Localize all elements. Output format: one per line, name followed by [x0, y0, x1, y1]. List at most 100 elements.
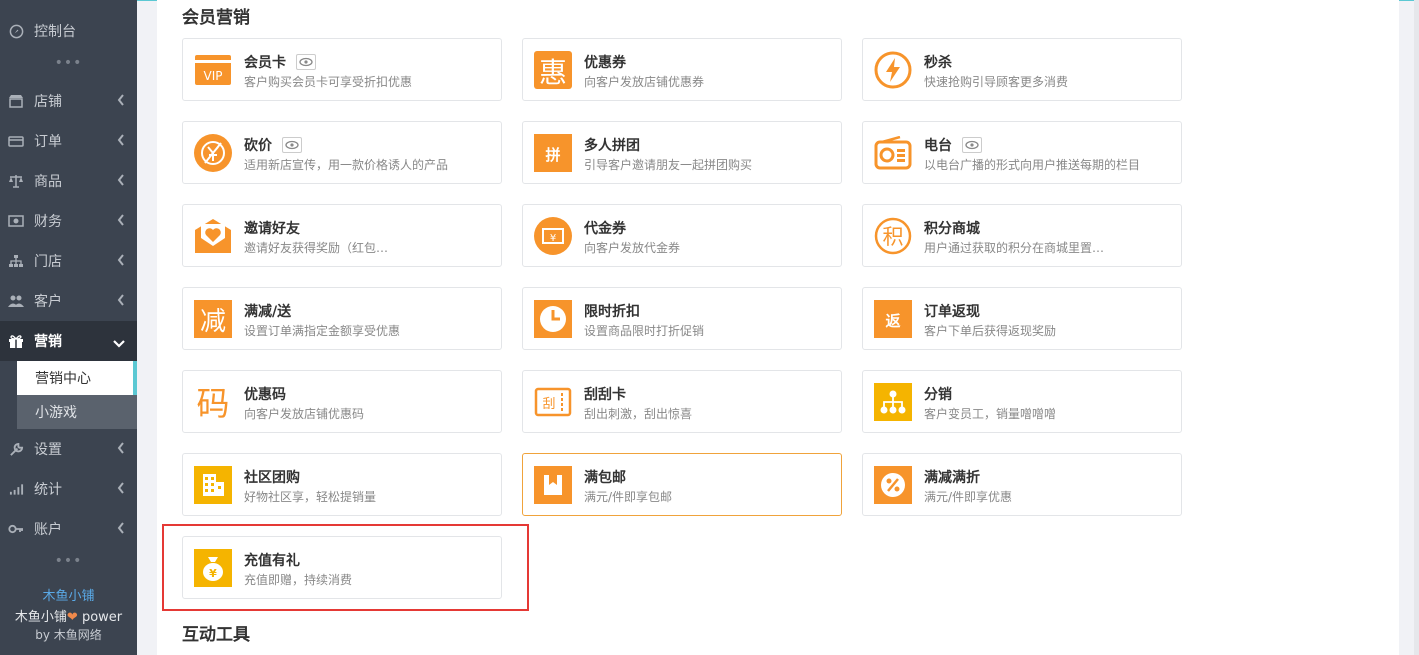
- lightning-icon: [873, 50, 913, 90]
- icon-glyph: 惠: [539, 56, 567, 89]
- sidebar-item-account[interactable]: 账户: [0, 509, 137, 549]
- sidebar-item-label: 门店: [34, 254, 62, 270]
- card-title: 电台: [924, 138, 952, 154]
- gift-icon: [8, 333, 24, 349]
- card-distribution[interactable]: 分销 客户变员工，销量噌噌噌: [862, 370, 1182, 433]
- percent-icon: [873, 465, 913, 505]
- sidebar-item-label: 商品: [34, 174, 62, 190]
- card-desc: 客户下单后获得返现奖励: [924, 324, 1057, 338]
- card-title: 订单返现: [924, 304, 980, 320]
- card-desc: 好物社区享，轻松提销量: [244, 490, 377, 504]
- submenu-item-marketing-center[interactable]: 营销中心: [17, 361, 137, 395]
- sidebar-item-finance[interactable]: 财务: [0, 201, 137, 241]
- sidebar-item-statistics[interactable]: 统计: [0, 469, 137, 509]
- card-points-mall[interactable]: 积 积分商城 用户通过获取的积分在商城里置换商品: [862, 204, 1182, 267]
- chevron-left-icon: [117, 482, 125, 498]
- card-title: 分销: [924, 387, 952, 403]
- card-group-buy[interactable]: 拼 多人拼团 引导客户邀请朋友一起拼团购买: [522, 121, 842, 184]
- bargain-icon: [193, 133, 233, 173]
- scratch-card-icon: 刮: [533, 382, 573, 422]
- chevron-left-icon: [117, 214, 125, 230]
- icon-glyph: 码: [197, 384, 230, 422]
- card-title: 邀请好友: [244, 221, 300, 237]
- card-desc: 以电台广播的形式向用户推送每期的栏目: [924, 158, 1141, 172]
- scrollbar[interactable]: [1414, 0, 1419, 655]
- package-icon: [533, 465, 573, 505]
- card-promo-code[interactable]: 码 优惠码 向客户发放店铺优惠码: [182, 370, 502, 433]
- card-order-cashback[interactable]: 返 订单返现 客户下单后获得返现奖励: [862, 287, 1182, 350]
- card-desc: 设置商品限时打折促销: [584, 324, 705, 338]
- sidebar-item-label: 营销: [34, 334, 62, 350]
- card-title: 优惠券: [584, 55, 626, 71]
- distribution-icon: [873, 382, 913, 422]
- card-desc: 满元/件即享优惠: [924, 490, 1013, 504]
- chevron-left-icon: [117, 134, 125, 150]
- card-free-shipping[interactable]: 满包邮 满元/件即享包邮: [522, 453, 842, 516]
- card-bargain[interactable]: 砍价 适用新店宣传，用一款价格诱人的产品: [182, 121, 502, 184]
- eye-icon[interactable]: [296, 54, 316, 70]
- icon-glyph: 拼: [545, 146, 560, 164]
- sidebar-item-order[interactable]: 订单: [0, 121, 137, 161]
- points-icon: 积: [873, 216, 913, 256]
- card-desc: 设置订单满指定金额享受优惠: [244, 324, 401, 338]
- card-title: 砍价: [244, 138, 272, 154]
- card-voucher[interactable]: ¥ 代金券 向客户发放代金券: [522, 204, 842, 267]
- card-limited-discount[interactable]: 限时折扣 设置商品限时打折促销: [522, 287, 842, 350]
- key-icon: [8, 521, 24, 537]
- icon-glyph: 减: [200, 307, 226, 337]
- chevron-left-icon: [117, 94, 125, 110]
- icon-glyph: 刮: [542, 397, 555, 412]
- sidebar-item-shop[interactable]: 店铺: [0, 81, 137, 121]
- card-member-card[interactable]: VIP 会员卡 客户购买会员卡可享受折扣优惠: [182, 38, 502, 101]
- card-flash-sale[interactable]: 秒杀 快速抢购引导顾客更多消费: [862, 38, 1182, 101]
- card-full-reduction[interactable]: 减 满减/送 设置订单满指定金额享受优惠: [182, 287, 502, 350]
- card-title: 秒杀: [924, 55, 952, 71]
- card-coupon[interactable]: 惠 优惠券 向客户发放店铺优惠券: [522, 38, 842, 101]
- users-icon: [8, 293, 24, 309]
- chevron-down-icon: [113, 336, 125, 352]
- chevron-left-icon: [117, 522, 125, 538]
- brand-power: 木鱼小铺❤ power: [0, 606, 137, 625]
- card-title: 会员卡: [244, 55, 286, 71]
- sidebar-item-label: 客户: [34, 294, 62, 310]
- submenu-item-mini-games[interactable]: 小游戏: [17, 395, 137, 429]
- shop-icon: [8, 93, 24, 109]
- sidebar-item-product[interactable]: 商品: [0, 161, 137, 201]
- sitemap-icon: [8, 253, 24, 269]
- sidebar-item-label: 财务: [34, 214, 62, 230]
- card-invite-friends[interactable]: 邀请好友 邀请好友获得奖励（红包、优惠券）: [182, 204, 502, 267]
- dashboard-icon: [8, 23, 24, 39]
- card-desc: 向客户发放代金券: [584, 241, 681, 255]
- card-desc: 用户通过获取的积分在商城里置换商品: [924, 241, 1107, 255]
- brand-by: by 木鱼网络: [35, 628, 102, 642]
- ma-icon: 码: [193, 382, 233, 422]
- card-title: 积分商城: [924, 221, 980, 237]
- cashback-icon: 返: [873, 299, 913, 339]
- sidebar-item-customer[interactable]: 客户: [0, 281, 137, 321]
- wrench-icon: [8, 441, 24, 457]
- sidebar-item-marketing[interactable]: 营销: [0, 321, 137, 361]
- svg-text:¥: ¥: [550, 233, 556, 244]
- card-full-discount[interactable]: 满减满折 满元/件即享优惠: [862, 453, 1182, 516]
- brand-power-name: 木鱼小铺: [14, 610, 67, 625]
- section-title-member-marketing: 会员营销: [182, 8, 250, 28]
- card-title: 社区团购: [244, 470, 300, 486]
- card-community-group-buy[interactable]: 社区团购 好物社区享，轻松提销量: [182, 453, 502, 516]
- money-icon: [8, 213, 24, 229]
- sidebar-item-label: 店铺: [34, 94, 62, 110]
- card-title: 多人拼团: [584, 138, 640, 154]
- eye-icon[interactable]: [282, 137, 302, 153]
- chevron-left-icon: [117, 174, 125, 190]
- svg-text:VIP: VIP: [204, 69, 223, 83]
- card-title: 代金券: [584, 221, 626, 237]
- sidebar-item-settings[interactable]: 设置: [0, 429, 137, 469]
- card-radio[interactable]: 电台 以电台广播的形式向用户推送每期的栏目: [862, 121, 1182, 184]
- chevron-left-icon: [117, 294, 125, 310]
- radio-icon: [873, 133, 913, 173]
- brand-name[interactable]: 木鱼小铺: [0, 585, 137, 604]
- eye-icon[interactable]: [962, 137, 982, 153]
- card-title: 满包邮: [584, 470, 626, 486]
- sidebar-item-store[interactable]: 门店: [0, 241, 137, 281]
- card-scratch-card[interactable]: 刮 刮刮卡 刮出刺激，刮出惊喜: [522, 370, 842, 433]
- sidebar-item-dashboard[interactable]: 控制台: [0, 11, 137, 51]
